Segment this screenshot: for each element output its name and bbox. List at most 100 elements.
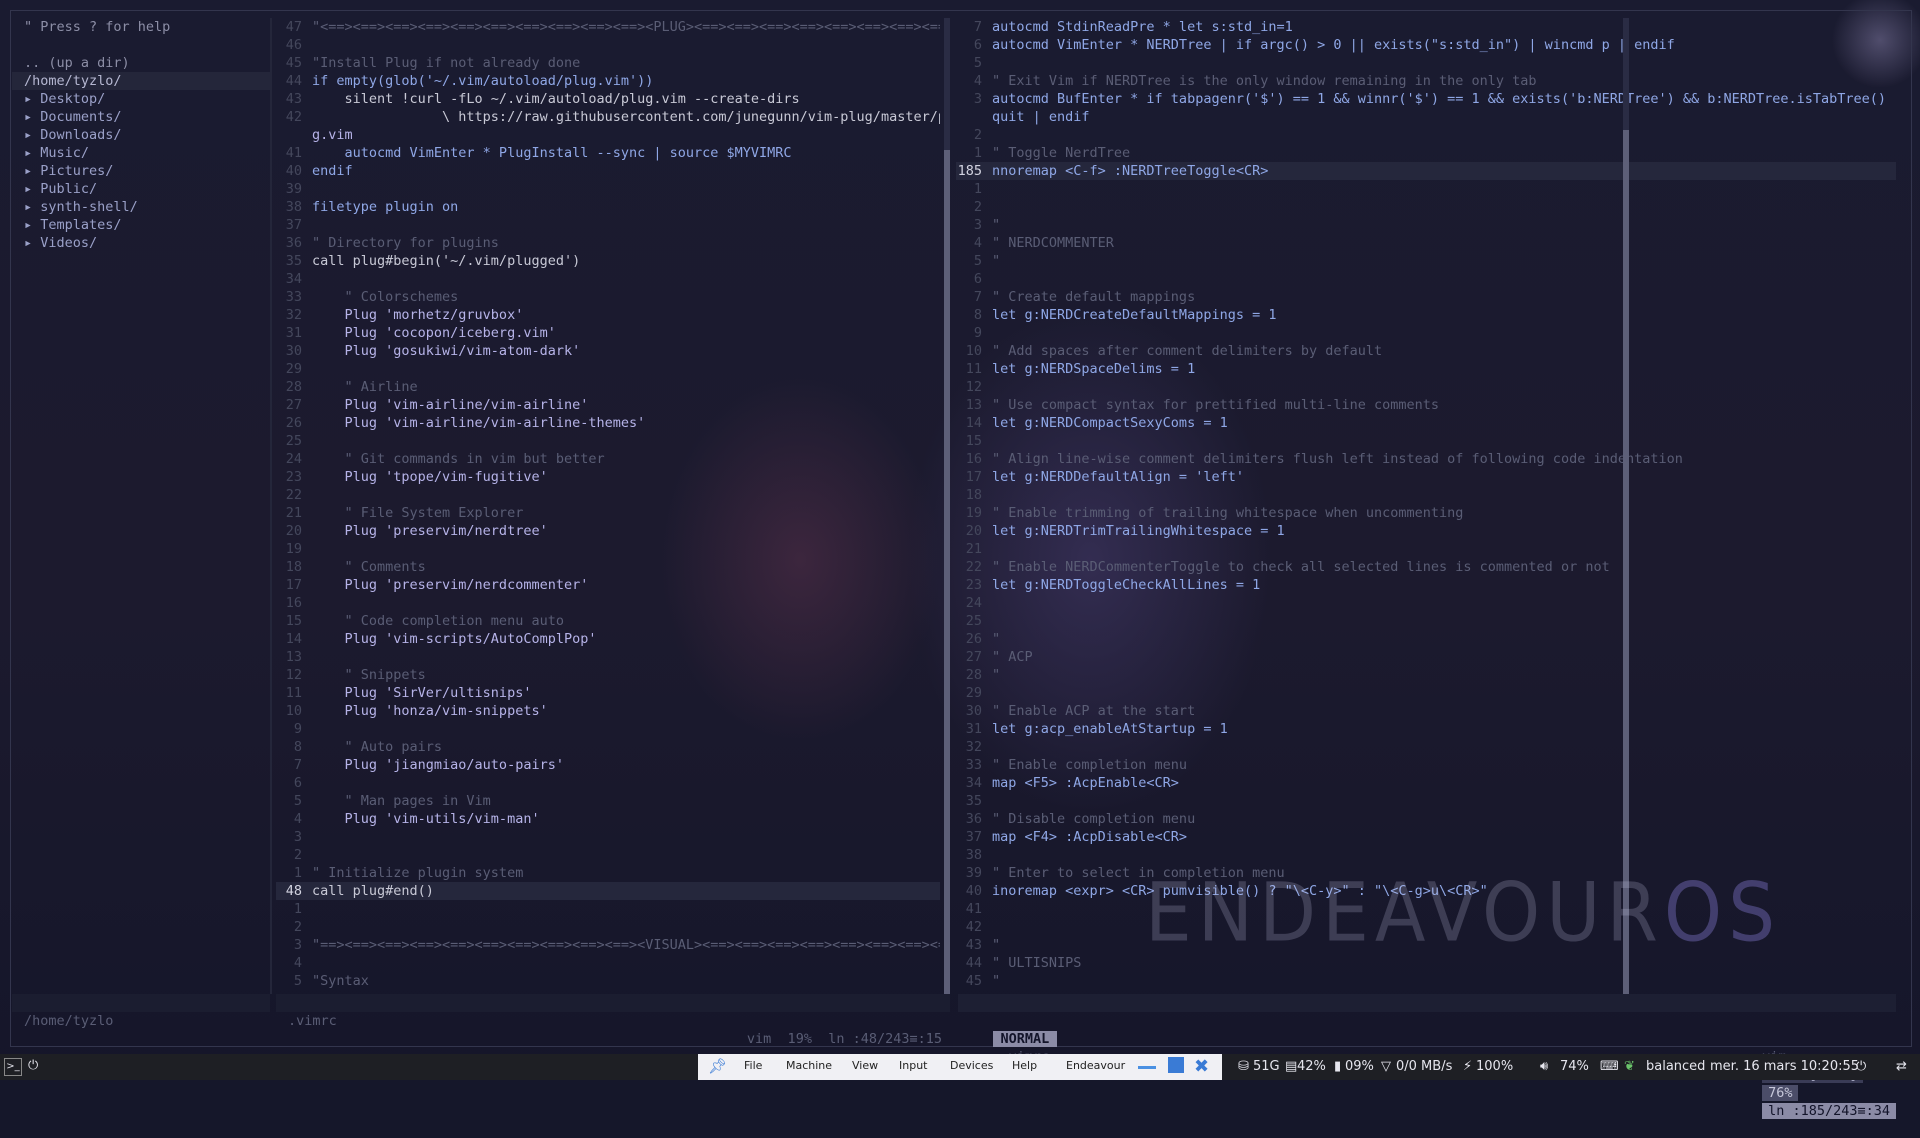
mid_pane-line[interactable]: 2 — [276, 846, 940, 864]
mid_pane-line[interactable]: 43 silent !curl -fLo ~/.vim/autoload/plu… — [276, 90, 940, 108]
leaf-icon[interactable]: ❦ — [1624, 1059, 1635, 1074]
mid_pane-line[interactable]: 11 Plug 'SirVer/ultisnips' — [276, 684, 940, 702]
mid_pane-line[interactable]: 44 if empty(glob('~/.vim/autoload/plug.vi… — [276, 72, 940, 90]
wifi-icon[interactable]: ▽ — [1381, 1059, 1391, 1074]
right_pane-line[interactable]: 5 — [956, 54, 1896, 72]
mid_pane-line[interactable]: 45 "Install Plug if not already done — [276, 54, 940, 72]
menu-endeavour[interactable]: Endeavour — [1066, 1059, 1125, 1072]
right_pane-line[interactable]: 6 autocmd VimEnter * NERDTree | if argc()… — [956, 36, 1896, 54]
right_pane-line[interactable]: 26 " — [956, 630, 1896, 648]
right_pane-line[interactable]: 1 — [956, 180, 1896, 198]
right_pane-line[interactable]: 27 " ACP — [956, 648, 1896, 666]
menu-input[interactable]: Input — [899, 1059, 927, 1072]
mid_pane-line[interactable]: 35 call plug#begin('~/.vim/plugged') — [276, 252, 940, 270]
nerdtree-up-dir[interactable]: .. (up a dir) — [12, 54, 270, 72]
right_pane-line[interactable]: 28 " — [956, 666, 1896, 684]
pin-icon[interactable]: 📌︎ — [708, 1057, 727, 1075]
right_pane-line[interactable]: 24 — [956, 594, 1896, 612]
mid_pane-line[interactable]: 46 — [276, 36, 940, 54]
right_pane-line[interactable]: 15 — [956, 432, 1896, 450]
right_pane-line[interactable]: 45 " — [956, 972, 1896, 990]
nerdtree-item-synth-shell[interactable]: ▸ synth-shell/ — [12, 198, 270, 216]
mid_pane-line[interactable]: 26 Plug 'vim-airline/vim-airline-themes' — [276, 414, 940, 432]
mid_pane-line[interactable]: 34 — [276, 270, 940, 288]
right_pane-line[interactable]: 30 " Enable ACP at the start — [956, 702, 1896, 720]
right_pane-line[interactable]: 185 nnoremap <C-f> :NERDTreeToggle<CR> — [956, 162, 1896, 180]
mid_pane-line[interactable]: 40 endif — [276, 162, 940, 180]
menu-help[interactable]: Help — [1012, 1059, 1037, 1072]
right_pane-line[interactable]: 29 — [956, 684, 1896, 702]
right_pane-line[interactable]: 23 let g:NERDToggleCheckAllLines = 1 — [956, 576, 1896, 594]
right_pane-line[interactable]: 19 " Enable trimming of trailing whitespa… — [956, 504, 1896, 522]
mid_pane-line[interactable]: 4 — [276, 954, 940, 972]
mid_pane-line[interactable]: 29 — [276, 360, 940, 378]
mid_pane-line[interactable]: 19 — [276, 540, 940, 558]
editor-pane-right[interactable]: 7 autocmd StdinReadPre * let s:std_in=1 6 a… — [956, 18, 1896, 994]
mid_pane-line[interactable]: 32 Plug 'morhetz/gruvbox' — [276, 306, 940, 324]
nerdtree-item-music[interactable]: ▸ Music/ — [12, 144, 270, 162]
right_pane-line[interactable]: 32 — [956, 738, 1896, 756]
volume-icon[interactable]: 🔊︎ — [1540, 1059, 1548, 1074]
right_pane-line[interactable]: 9 — [956, 324, 1896, 342]
mid_pane-line[interactable]: 3 "==><==><==><==><==><==><==><==><==><==… — [276, 936, 940, 954]
right_pane-line[interactable]: 13 " Use compact syntax for prettified mu… — [956, 396, 1896, 414]
mid_pane-line[interactable]: 15 " Code completion menu auto — [276, 612, 940, 630]
nerdtree-item-downloads[interactable]: ▸ Downloads/ — [12, 126, 270, 144]
minimize-icon[interactable] — [1138, 1066, 1156, 1069]
right_pane-line[interactable]: 10 " Add spaces after comment delimiters … — [956, 342, 1896, 360]
right_pane-line[interactable]: quit | endif — [956, 108, 1896, 126]
right_pane-line[interactable]: 33 " Enable completion menu — [956, 756, 1896, 774]
right_pane-line[interactable]: 25 — [956, 612, 1896, 630]
mid_pane-line[interactable]: 17 Plug 'preservim/nerdcommenter' — [276, 576, 940, 594]
mid_pane-line[interactable]: 38 filetype plugin on — [276, 198, 940, 216]
logout-icon[interactable]: ⇄ — [1896, 1059, 1907, 1074]
mid_pane-line[interactable]: 39 — [276, 180, 940, 198]
restore-icon[interactable] — [1168, 1057, 1184, 1073]
right_pane-line[interactable]: 38 — [956, 846, 1896, 864]
nerdtree-item-documents[interactable]: ▸ Documents/ — [12, 108, 270, 126]
right_pane-line[interactable]: 11 let g:NERDSpaceDelims = 1 — [956, 360, 1896, 378]
right_pane-line[interactable]: 3 " — [956, 216, 1896, 234]
mid_pane-line[interactable]: 5 "Syntax — [276, 972, 940, 990]
mid_pane-line[interactable]: 1 — [276, 900, 940, 918]
mid_pane-line[interactable]: g.vim — [276, 126, 940, 144]
mid_pane-line[interactable]: 2 — [276, 918, 940, 936]
close-icon[interactable]: ✖ — [1194, 1056, 1209, 1077]
nerdtree-item-public[interactable]: ▸ Public/ — [12, 180, 270, 198]
right_pane-line[interactable]: 6 — [956, 270, 1896, 288]
right_pane-line[interactable]: 7 " Create default mappings — [956, 288, 1896, 306]
menu-devices[interactable]: Devices — [950, 1059, 993, 1072]
right_pane-line[interactable]: 36 " Disable completion menu — [956, 810, 1896, 828]
nerdtree-item-templates[interactable]: ▸ Templates/ — [12, 216, 270, 234]
nerdtree-root[interactable]: /home/tyzlo/ — [12, 72, 270, 90]
mid_pane-line[interactable]: 21 " File System Explorer — [276, 504, 940, 522]
mid_pane-line[interactable]: 33 " Colorschemes — [276, 288, 940, 306]
right_pane-line[interactable]: 20 let g:NERDTrimTrailingWhitespace = 1 — [956, 522, 1896, 540]
mid_pane-line[interactable]: 25 — [276, 432, 940, 450]
right_pane-line[interactable]: 14 let g:NERDCompactSexyComs = 1 — [956, 414, 1896, 432]
menu-file[interactable]: File — [744, 1059, 762, 1072]
mid_pane-line[interactable]: 9 — [276, 720, 940, 738]
mid_pane-line[interactable]: 31 Plug 'cocopon/iceberg.vim' — [276, 324, 940, 342]
mid_pane-line[interactable]: 42 \ https://raw.githubusercontent.com/j… — [276, 108, 940, 126]
right_pane-line[interactable]: 1 " Toggle NerdTree — [956, 144, 1896, 162]
mid_pane-line[interactable]: 28 " Airline — [276, 378, 940, 396]
right-editor-scrollbar-thumb[interactable] — [1623, 130, 1629, 994]
right_pane-line[interactable]: 8 let g:NERDCreateDefaultMappings = 1 — [956, 306, 1896, 324]
mid_pane-line[interactable]: 10 Plug 'honza/vim-snippets' — [276, 702, 940, 720]
right_pane-line[interactable]: 31 let g:acp_enableAtStartup = 1 — [956, 720, 1896, 738]
clock[interactable]: mer. 16 mars 10:20:55 — [1710, 1059, 1859, 1074]
mid_pane-line[interactable]: 41 autocmd VimEnter * PlugInstall --sync… — [276, 144, 940, 162]
right_pane-line[interactable]: 37 map <F4> :AcpDisable<CR> — [956, 828, 1896, 846]
mid_pane-line[interactable]: 30 Plug 'gosukiwi/vim-atom-dark' — [276, 342, 940, 360]
nerdtree-pane[interactable]: " Press ? for help .. (up a dir) /home/t… — [12, 18, 270, 994]
mid_pane-line[interactable]: 16 — [276, 594, 940, 612]
right_pane-line[interactable]: 4 " Exit Vim if NERDTree is the only wind… — [956, 72, 1896, 90]
right_pane-line[interactable]: 18 — [956, 486, 1896, 504]
right_pane-line[interactable]: 5 " — [956, 252, 1896, 270]
menu-view[interactable]: View — [852, 1059, 878, 1072]
mid_pane-line[interactable]: 23 Plug 'tpope/vim-fugitive' — [276, 468, 940, 486]
mid_pane-line[interactable]: 5 " Man pages in Vim — [276, 792, 940, 810]
mid_pane-line[interactable]: 1 " Initialize plugin system — [276, 864, 940, 882]
mid_pane-line[interactable]: 4 Plug 'vim-utils/vim-man' — [276, 810, 940, 828]
